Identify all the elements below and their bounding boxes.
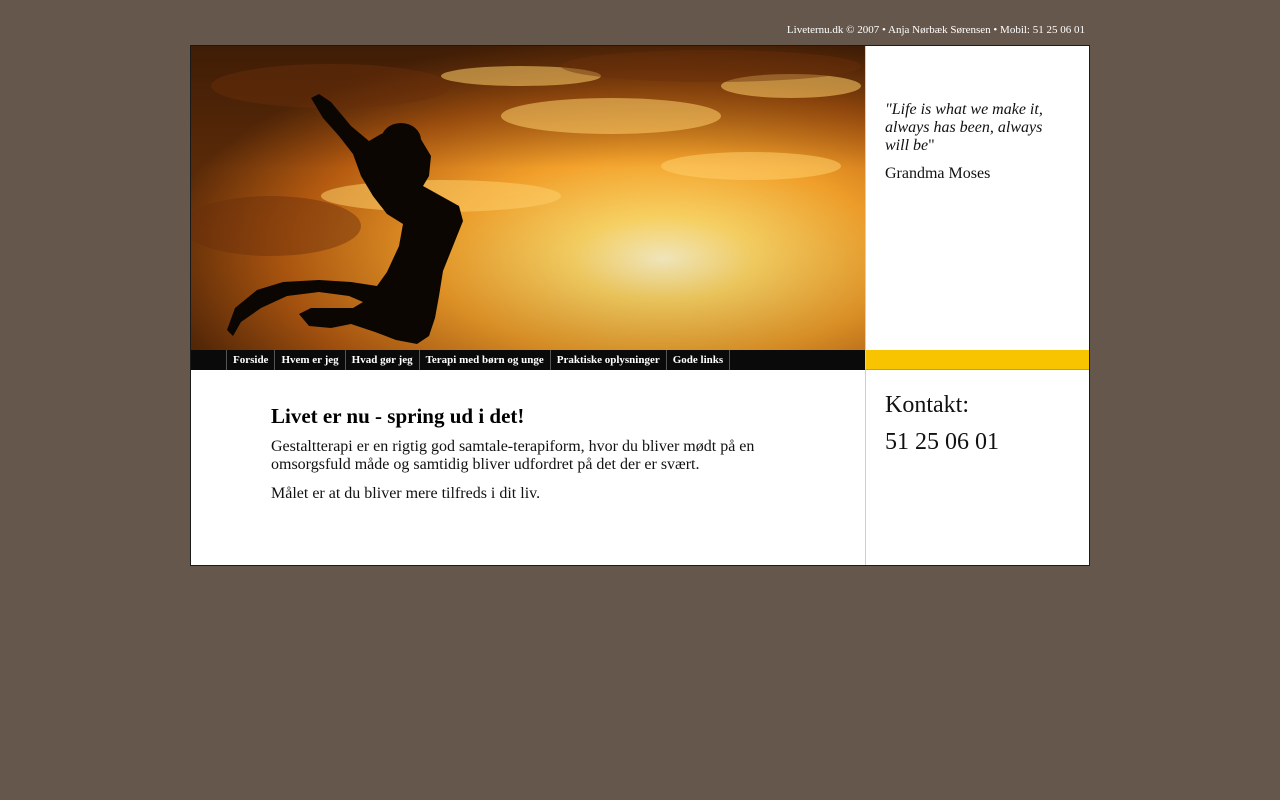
sunset-jumping-silhouette — [191, 46, 865, 350]
nav-item-hvad-gor-jeg[interactable]: Hvad gør jeg — [344, 350, 419, 370]
site-credit-line: Liveternu.dk © 2007 • Anja Nørbæk Sørens… — [786, 24, 1085, 36]
contact-panel: Kontakt: 51 25 06 01 — [865, 370, 1089, 565]
quote-close-mark: " — [928, 137, 935, 154]
nav-list: Forside Hvem er jeg Hvad gør jeg Terapi … — [226, 350, 731, 370]
quote-text: "Life is what we make it, always has bee… — [885, 101, 1065, 155]
main-nav: Forside Hvem er jeg Hvad gør jeg Terapi … — [191, 350, 865, 370]
quote-author: Grandma Moses — [885, 165, 991, 182]
contact-phone: 51 25 06 01 — [885, 429, 999, 455]
goal-paragraph: Målet er at du bliver mere tilfreds i di… — [271, 485, 541, 502]
contact-label: Kontakt: — [885, 392, 969, 418]
accent-bar — [865, 350, 1089, 370]
nav-item-terapi-med-born-og-unge[interactable]: Terapi med børn og unge — [418, 350, 550, 370]
nav-item-forside[interactable]: Forside — [226, 350, 274, 370]
nav-item-gode-links[interactable]: Gode links — [665, 350, 731, 370]
page-frame: "Life is what we make it, always has bee… — [190, 45, 1090, 566]
hero-banner-image — [191, 46, 865, 350]
intro-paragraph: Gestaltterapi er en rigtig god samtale-t… — [271, 438, 755, 473]
quote-panel: "Life is what we make it, always has bee… — [865, 46, 1089, 350]
page-title: Livet er nu - spring ud i det! — [271, 404, 525, 428]
quote-body: "Life is what we make it, always has bee… — [885, 101, 1043, 154]
main-content: Livet er nu - spring ud i det! Gestaltte… — [191, 370, 865, 565]
nav-item-hvem-er-jeg[interactable]: Hvem er jeg — [274, 350, 344, 370]
nav-item-praktiske-oplysninger[interactable]: Praktiske oplysninger — [549, 350, 666, 370]
